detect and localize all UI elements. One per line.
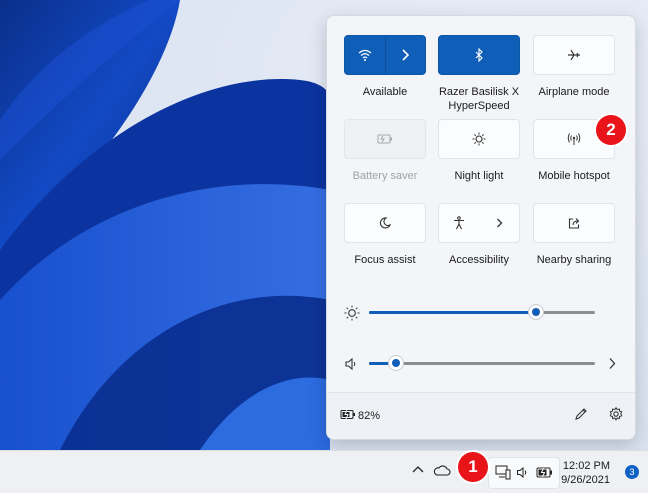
accessibility-icon [452,216,466,230]
focus-assist-tile[interactable] [344,203,426,243]
taskbar-clock[interactable]: 12:02 PM 9/26/2021 [561,459,610,487]
tile-label: Available [362,86,408,98]
wifi-toggle[interactable] [345,36,385,74]
brightness-slider-fill [369,311,536,314]
wifi-icon [358,49,372,61]
tile-label: Nearby sharing [536,254,612,266]
bluetooth-icon [474,48,484,62]
onedrive-icon[interactable] [433,464,451,476]
quick-settings-panel: Available Razer Basilisk X HyperSpeed Ai… [326,15,636,440]
battery-saver-tile[interactable] [344,119,426,159]
moon-icon [379,217,391,229]
brightness-icon [344,305,360,321]
quick-settings-footer: 82% [327,392,635,439]
share-icon [567,216,581,230]
battery-charging-icon[interactable] [340,409,356,420]
volume-slider[interactable] [369,356,595,370]
accessibility-toggle[interactable] [439,204,479,242]
chevron-right-icon [496,218,503,228]
audio-output-chevron-icon[interactable] [608,357,616,370]
tile-label: Night light [454,170,504,182]
speaker-icon [344,357,358,371]
taskbar: 12:02 PM 9/26/2021 3 [0,450,648,493]
tile-label: Battery saver [352,170,418,182]
airplane-mode-tile[interactable] [533,35,615,75]
notification-count-badge[interactable]: 3 [625,465,639,479]
taskbar-time: 12:02 PM [562,460,610,472]
brightness-slider[interactable] [369,305,595,319]
accessibility-expand-button[interactable] [479,204,519,242]
tile-label: Accessibility [449,254,509,266]
callout-badge-1: 1 [458,452,488,482]
chevron-up-icon[interactable] [412,465,424,473]
settings-gear-icon[interactable] [609,407,623,421]
wifi-tile[interactable] [344,35,426,75]
volume-slider-thumb[interactable] [389,356,403,370]
taskbar-date: 9/26/2021 [561,474,610,486]
network-icon [495,465,511,480]
tile-label: Razer Basilisk X HyperSpeed [438,86,520,112]
system-tray-group[interactable] [488,457,560,489]
night-light-tile[interactable] [438,119,520,159]
brightness-slider-thumb[interactable] [529,305,543,319]
chevron-right-icon [401,49,410,61]
callout-badge-2: 2 [596,115,626,145]
airplane-icon [567,48,581,62]
volume-icon [516,466,529,479]
battery-percentage: 82% [358,410,381,422]
wifi-expand-button[interactable] [385,36,425,74]
mobile-hotspot-icon [566,132,582,146]
battery-saver-icon [377,134,393,144]
nearby-sharing-tile[interactable] [533,203,615,243]
bluetooth-tile[interactable] [438,35,520,75]
tile-label: Focus assist [354,254,416,266]
night-light-icon [472,132,486,146]
edit-pencil-icon[interactable] [574,407,588,421]
accessibility-tile[interactable] [438,203,520,243]
tile-label: Airplane mode [538,86,610,98]
battery-icon [536,467,553,478]
tile-label: Mobile hotspot [538,170,610,182]
